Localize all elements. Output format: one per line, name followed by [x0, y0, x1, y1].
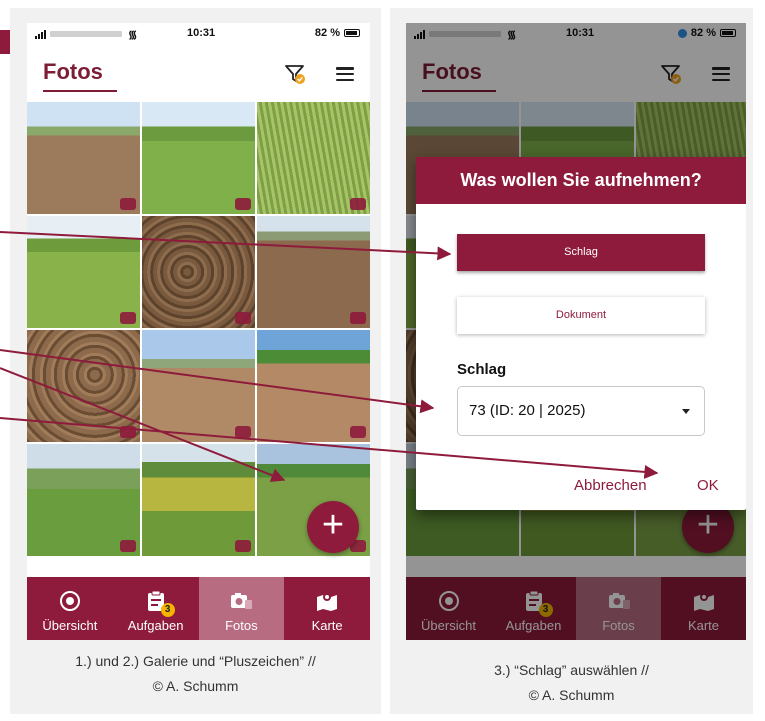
- photo-tile[interactable]: [257, 330, 370, 442]
- nav-label: Karte: [311, 618, 343, 633]
- tasks-clipboard-icon: 3: [145, 590, 175, 617]
- photo-tile[interactable]: [27, 216, 140, 328]
- capture-type-dialog: Was wollen Sie aufnehmen? Schlag Dokumen…: [416, 157, 746, 510]
- schlag-field-label: Schlag: [457, 361, 507, 378]
- photo-gallery: [27, 102, 370, 556]
- page-title: Fotos: [43, 59, 103, 84]
- nav-item-map[interactable]: Karte: [284, 577, 370, 640]
- nav-label: Aufgaben: [127, 618, 184, 633]
- nav-label: Übersicht: [42, 618, 98, 633]
- photo-tile[interactable]: [142, 216, 255, 328]
- battery-percent: 82 %: [314, 27, 340, 39]
- caption: 3.) “Schlag” auswählen // © A. Schumm: [390, 658, 753, 708]
- photo-marker-icon: [120, 198, 136, 210]
- nav-label: Fotos: [225, 618, 258, 633]
- hamburger-menu-icon[interactable]: [336, 67, 354, 81]
- battery-status: 82 %: [315, 27, 360, 39]
- photo-marker-icon: [120, 312, 136, 324]
- signal-icon: [35, 29, 46, 39]
- nav-item-photos[interactable]: Fotos: [198, 577, 285, 640]
- add-photo-button[interactable]: +: [307, 501, 359, 553]
- photo-marker-icon: [120, 426, 136, 438]
- photo-tile[interactable]: [142, 102, 255, 214]
- photo-marker-icon: [350, 198, 366, 210]
- map-pin-icon: [317, 593, 338, 611]
- photo-marker-icon: [235, 198, 251, 210]
- overview-icon: [59, 591, 80, 611]
- option-dokument-button[interactable]: Dokument: [457, 297, 705, 334]
- photo-tile[interactable]: [27, 444, 140, 556]
- caption-line: 1.) und 2.) Galerie und “Pluszeichen” //: [75, 653, 316, 669]
- carrier-name: [50, 31, 122, 37]
- wifi-icon: ᯾: [128, 28, 138, 41]
- caption-credit: © A. Schumm: [528, 687, 615, 703]
- left-phone-screen: ᯾ 10:31 82 % Fotos + Übersicht 3 Aufgabe…: [27, 23, 370, 640]
- photo-marker-icon: [350, 312, 366, 324]
- right-panel: ᯾ 10:31 82 % Fotos + Übersicht 3 Aufgabe…: [390, 8, 753, 714]
- caption: 1.) und 2.) Galerie und “Pluszeichen” //…: [10, 649, 381, 699]
- schlag-select[interactable]: 73 (ID: 20 | 2025): [457, 386, 705, 436]
- ok-button[interactable]: OK: [697, 477, 719, 494]
- photo-tile[interactable]: [142, 444, 255, 556]
- caption-line: 3.) “Schlag” auswählen //: [494, 662, 649, 678]
- status-bar: ᯾ 10:31 82 %: [27, 23, 370, 45]
- option-schlag-button[interactable]: Schlag: [457, 234, 705, 271]
- battery-icon: [344, 29, 360, 37]
- cancel-button[interactable]: Abbrechen: [574, 477, 647, 494]
- bottom-navigation: Übersicht 3 Aufgaben Fotos Karte: [27, 577, 370, 640]
- photo-marker-icon: [235, 540, 251, 552]
- photo-tile[interactable]: [27, 330, 140, 442]
- dropdown-caret-icon: [682, 409, 690, 414]
- right-phone-screen: ᯾ 10:31 82 % Fotos + Übersicht 3 Aufgabe…: [406, 23, 746, 640]
- dialog-title: Was wollen Sie aufnehmen?: [416, 157, 746, 204]
- nav-item-tasks[interactable]: 3 Aufgaben: [113, 577, 199, 640]
- status-time: 10:31: [187, 27, 216, 39]
- photo-tile[interactable]: [27, 102, 140, 214]
- photo-marker-icon: [350, 426, 366, 438]
- camera-icon: [231, 593, 253, 609]
- app-bar: Fotos: [27, 45, 370, 101]
- nav-item-overview[interactable]: Übersicht: [27, 577, 113, 640]
- schlag-select-value: 73 (ID: 20 | 2025): [469, 402, 586, 419]
- filter-check-icon[interactable]: [284, 63, 306, 85]
- photo-marker-icon: [120, 540, 136, 552]
- left-edge-marker: [0, 30, 10, 54]
- photo-tile[interactable]: [257, 102, 370, 214]
- photo-marker-icon: [235, 312, 251, 324]
- photo-marker-icon: [235, 426, 251, 438]
- photo-tile[interactable]: [142, 330, 255, 442]
- left-panel: ᯾ 10:31 82 % Fotos + Übersicht 3 Aufgabe…: [10, 8, 381, 714]
- tasks-count-badge: 3: [160, 603, 175, 617]
- title-underline: [43, 90, 117, 92]
- caption-credit: © A. Schumm: [152, 678, 239, 694]
- photo-tile[interactable]: [257, 216, 370, 328]
